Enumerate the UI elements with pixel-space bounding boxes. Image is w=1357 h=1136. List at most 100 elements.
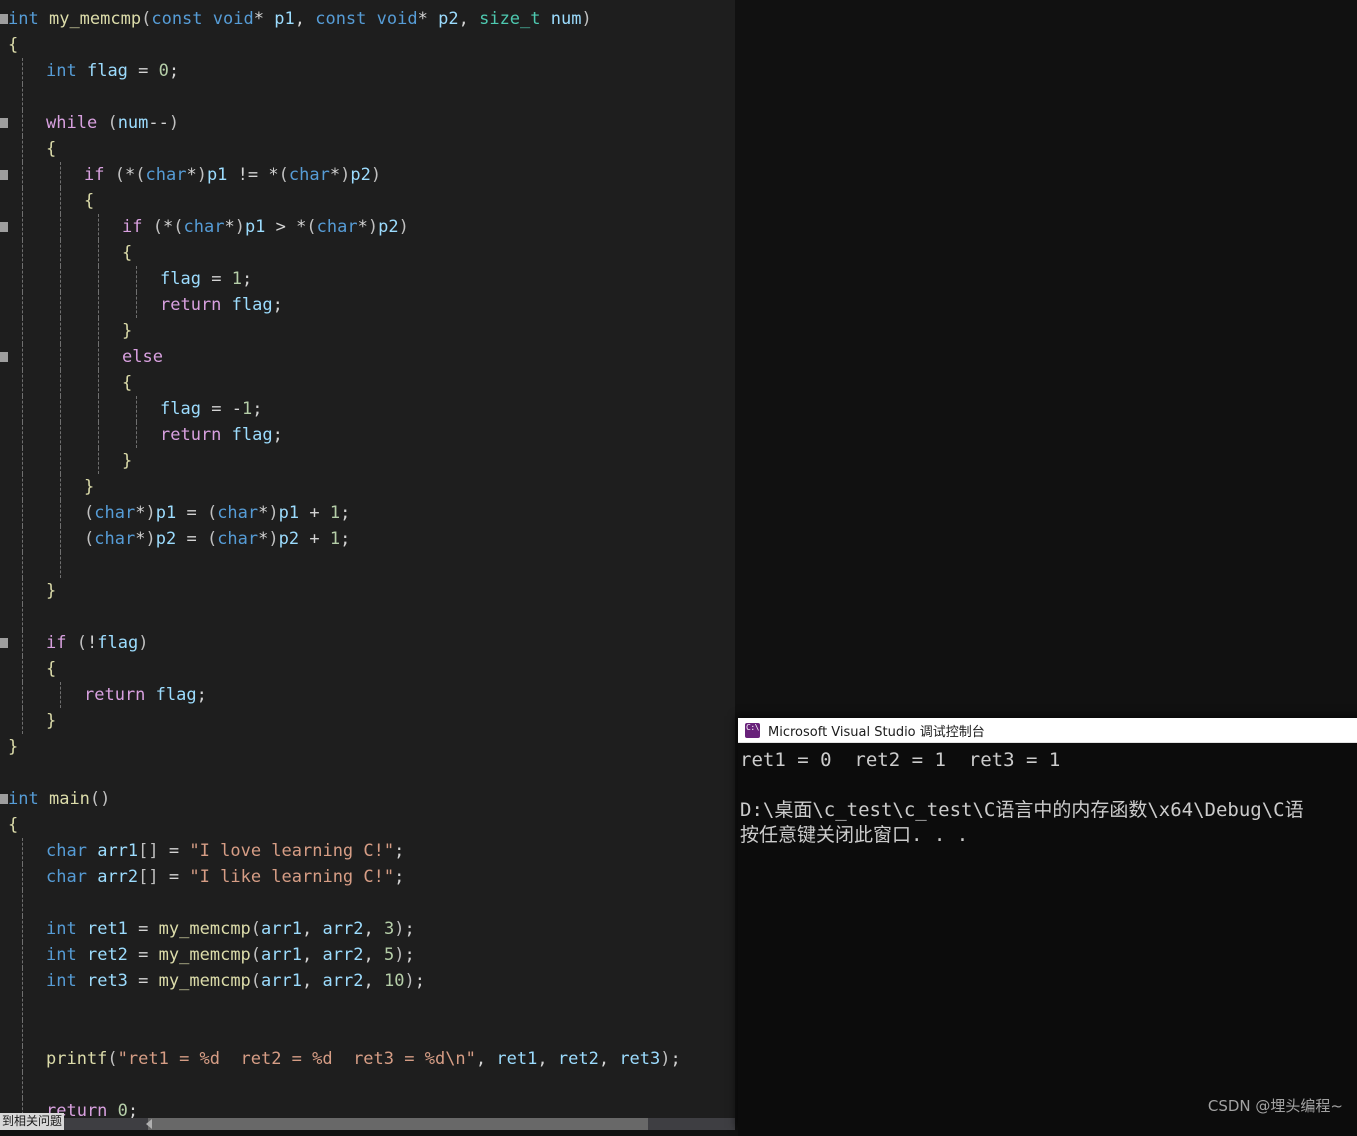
- code-line[interactable]: }: [0, 474, 735, 500]
- code-line[interactable]: {: [0, 188, 735, 214]
- code-line[interactable]: if (*(char*)p1 > *(char*)p2): [0, 214, 735, 240]
- code-fold-marker-icon[interactable]: [0, 170, 8, 180]
- code-line[interactable]: return flag;: [0, 292, 735, 318]
- indent-guide: [22, 318, 24, 344]
- indent-guide: [60, 240, 62, 266]
- code-line[interactable]: [0, 994, 735, 1020]
- code-line[interactable]: {: [0, 812, 735, 838]
- code-line[interactable]: flag = -1;: [0, 396, 735, 422]
- horizontal-scrollbar[interactable]: [0, 1118, 735, 1130]
- code-line[interactable]: [0, 1020, 735, 1046]
- code-line[interactable]: printf("ret1 = %d ret2 = %d ret3 = %d\n"…: [0, 1046, 735, 1072]
- horizontal-scrollbar-thumb[interactable]: [148, 1118, 648, 1130]
- indent-guide: [22, 448, 24, 474]
- code-line[interactable]: char arr2[] = "I like learning C!";: [0, 864, 735, 890]
- indent-guide: [60, 318, 62, 344]
- indent-guide: [60, 188, 62, 214]
- code-line-text: flag = -1;: [160, 399, 263, 419]
- code-line[interactable]: }: [0, 578, 735, 604]
- code-line[interactable]: [0, 604, 735, 630]
- code-line[interactable]: char arr1[] = "I love learning C!";: [0, 838, 735, 864]
- code-fold-marker-icon[interactable]: [0, 638, 8, 648]
- indent-guide: [22, 240, 24, 266]
- indent-guide: [98, 422, 100, 448]
- indent-guide: [98, 396, 100, 422]
- code-line[interactable]: while (num--): [0, 110, 735, 136]
- code-line[interactable]: flag = 1;: [0, 266, 735, 292]
- indent-guide: [22, 58, 24, 84]
- indent-guide: [60, 370, 62, 396]
- console-title-label: Microsoft Visual Studio 调试控制台: [768, 724, 985, 740]
- code-line[interactable]: {: [0, 32, 735, 58]
- indent-guide: [60, 474, 62, 500]
- console-output[interactable]: ret1 = 0 ret2 = 1 ret3 = 1 D:\桌面\c_test\…: [738, 743, 1357, 1136]
- indent-guide: [22, 474, 24, 500]
- code-line[interactable]: (char*)p2 = (char*)p2 + 1;: [0, 526, 735, 552]
- code-fold-marker-icon[interactable]: [0, 222, 8, 232]
- indent-guide: [22, 526, 24, 552]
- indent-guide: [22, 500, 24, 526]
- code-line[interactable]: [0, 1072, 735, 1098]
- code-line-text: if (!flag): [46, 633, 149, 653]
- code-line[interactable]: int ret2 = my_memcmp(arr1, arr2, 5);: [0, 942, 735, 968]
- code-line[interactable]: }: [0, 318, 735, 344]
- code-line[interactable]: [0, 890, 735, 916]
- console-window[interactable]: Microsoft Visual Studio 调试控制台 ret1 = 0 r…: [738, 718, 1357, 1136]
- code-line[interactable]: if (!flag): [0, 630, 735, 656]
- code-line[interactable]: int my_memcmp(const void* p1, const void…: [0, 6, 735, 32]
- code-fold-marker-icon[interactable]: [0, 14, 8, 24]
- code-line[interactable]: [0, 552, 735, 578]
- indent-guide: [22, 344, 24, 370]
- code-line[interactable]: int ret1 = my_memcmp(arr1, arr2, 3);: [0, 916, 735, 942]
- indent-guide: [60, 292, 62, 318]
- code-line[interactable]: }: [0, 708, 735, 734]
- code-line[interactable]: {: [0, 136, 735, 162]
- indent-guide: [22, 838, 24, 864]
- indent-guide: [22, 162, 24, 188]
- indent-guide: [22, 136, 24, 162]
- code-editor-pane[interactable]: int my_memcmp(const void* p1, const void…: [0, 0, 735, 1118]
- code-fold-marker-icon[interactable]: [0, 118, 8, 128]
- code-line[interactable]: return 0;: [0, 1098, 735, 1118]
- code-line[interactable]: {: [0, 240, 735, 266]
- code-line[interactable]: int ret3 = my_memcmp(arr1, arr2, 10);: [0, 968, 735, 994]
- indent-guide: [98, 344, 100, 370]
- code-line[interactable]: int flag = 0;: [0, 58, 735, 84]
- code-line[interactable]: else: [0, 344, 735, 370]
- code-line-text: {: [8, 815, 19, 835]
- code-line[interactable]: [0, 760, 735, 786]
- indent-guide: [136, 266, 138, 292]
- status-strip: 到相关问题: [0, 1113, 65, 1130]
- indent-guide: [98, 318, 100, 344]
- indent-guide: [22, 968, 24, 994]
- code-line[interactable]: if (*(char*)p1 != *(char*)p2): [0, 162, 735, 188]
- code-line-text: }: [8, 737, 19, 757]
- code-line[interactable]: {: [0, 656, 735, 682]
- code-fold-marker-icon[interactable]: [0, 352, 8, 362]
- code-line[interactable]: }: [0, 734, 735, 760]
- console-titlebar[interactable]: Microsoft Visual Studio 调试控制台: [738, 718, 1357, 743]
- code-line-text: if (*(char*)p1 != *(char*)p2): [84, 165, 382, 185]
- code-line[interactable]: [0, 84, 735, 110]
- code-fold-marker-icon[interactable]: [0, 794, 8, 804]
- code-line-text: char arr1[] = "I love learning C!";: [46, 841, 405, 861]
- code-line[interactable]: return flag;: [0, 682, 735, 708]
- code-line[interactable]: int main(): [0, 786, 735, 812]
- code-line-text: char arr2[] = "I like learning C!";: [46, 867, 405, 887]
- indent-guide: [60, 500, 62, 526]
- code-line[interactable]: }: [0, 448, 735, 474]
- triangle-left-icon[interactable]: [146, 1119, 152, 1129]
- console-line: 按任意键关闭此窗口. . .: [740, 824, 969, 846]
- code-line[interactable]: {: [0, 370, 735, 396]
- code-line-text: {: [122, 373, 133, 393]
- code-line[interactable]: return flag;: [0, 422, 735, 448]
- indent-guide: [22, 1072, 24, 1098]
- code-surface[interactable]: int my_memcmp(const void* p1, const void…: [0, 0, 735, 1118]
- code-line-text: int flag = 0;: [46, 61, 180, 81]
- console-line: D:\桌面\c_test\c_test\C语言中的内存函数\x64\Debug\…: [740, 799, 1304, 821]
- code-line[interactable]: (char*)p1 = (char*)p1 + 1;: [0, 500, 735, 526]
